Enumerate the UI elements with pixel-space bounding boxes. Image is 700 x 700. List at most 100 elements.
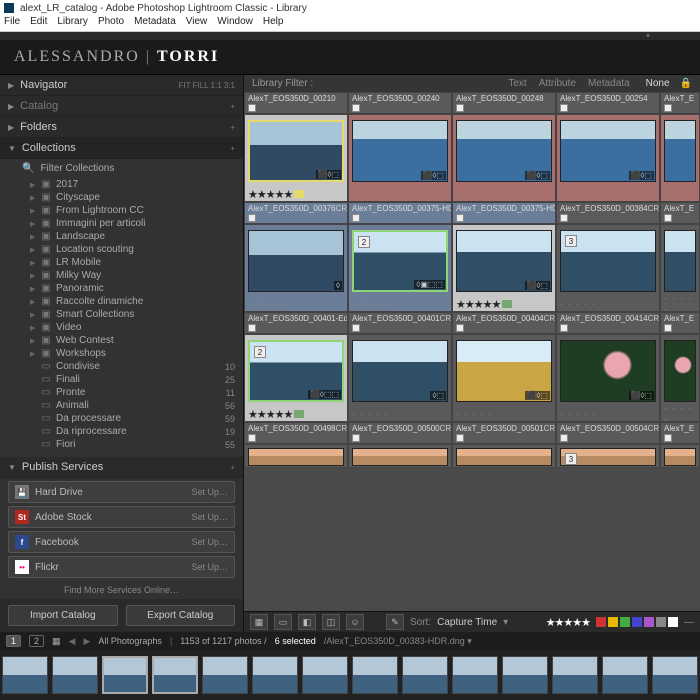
secondary-window-2[interactable]: 2 (29, 635, 44, 647)
thumbnail-cell[interactable]: AlexT_EOS350D_00500CR2 (348, 422, 452, 444)
thumbnail-cell[interactable]: AlexT_EOS350D_00404CR2 (452, 312, 556, 334)
collection-item[interactable]: ▶▣From Lightroom CC (6, 204, 243, 217)
publish-setup-link[interactable]: Set Up… (191, 487, 228, 497)
rating-dots[interactable]: · · · · · (557, 407, 659, 421)
publish-setup-link[interactable]: Set Up… (191, 562, 228, 572)
thumbnail-image[interactable]: ⬛◊⬚ (352, 120, 448, 182)
people-view-button[interactable]: ☺ (346, 614, 364, 630)
rating-dots[interactable]: · · · · · (349, 187, 451, 201)
thumbnail-cell[interactable]: AlexT_EOS350D_00248 (452, 92, 556, 114)
filmstrip-thumbnail[interactable] (402, 656, 448, 694)
rating-stars[interactable]: ★★★★★ (248, 188, 292, 201)
filmstrip-thumbnail[interactable] (2, 656, 48, 694)
menu-item-file[interactable]: File (4, 16, 20, 31)
menu-item-edit[interactable]: Edit (30, 16, 47, 31)
menu-item-library[interactable]: Library (57, 16, 88, 31)
thumbnail-cell[interactable]: 3 (556, 444, 660, 468)
filmstrip-thumbnail[interactable] (352, 656, 398, 694)
flag-icon[interactable] (456, 214, 464, 222)
flag-icon[interactable] (560, 214, 568, 222)
collection-item[interactable]: ▶▣2017 (6, 178, 243, 191)
flag-icon[interactable] (560, 104, 568, 112)
collection-item[interactable]: ▶▣Location scouting (6, 243, 243, 256)
thumbnail-cell[interactable]: AlexT_EOS350D_00254 (556, 92, 660, 114)
survey-view-button[interactable]: ◫ (322, 614, 340, 630)
flag-icon[interactable] (664, 434, 672, 442)
thumbnail-cell[interactable]: ⬛◊⬚ ★★★★★ (244, 114, 348, 202)
thumbnail-image[interactable] (664, 448, 696, 466)
publish-setup-link[interactable]: Set Up… (191, 537, 228, 547)
thumbnail-image[interactable] (664, 120, 696, 182)
color-label-swatch[interactable] (502, 300, 512, 308)
thumbnail-cell[interactable]: ⬛◊⬚· · · · · (452, 114, 556, 202)
collection-item[interactable]: ▶▣Cityscape (6, 191, 243, 204)
sort-dropdown-icon[interactable]: ▾ (503, 617, 508, 628)
flag-icon[interactable] (456, 324, 464, 332)
rating-dots[interactable]: · · · · · (661, 297, 699, 311)
thumbnail-cell[interactable]: AlexT_EOS350D_00384CR2 (556, 202, 660, 224)
library-filter-tab-metadata[interactable]: Metadata (588, 78, 630, 89)
filmstrip-thumbnail[interactable] (552, 656, 598, 694)
menu-item-window[interactable]: Window (217, 16, 253, 31)
thumbnail-cell[interactable]: AlexT_EOS350D_00498CR2 (244, 422, 348, 444)
thumbnail-cell[interactable]: AlexT_E (660, 92, 700, 114)
plus-icon[interactable]: + (230, 102, 235, 111)
plus-icon[interactable]: + (230, 123, 235, 132)
rating-dots[interactable]: · · · · · (557, 297, 659, 311)
color-swatch[interactable] (656, 617, 666, 627)
flag-icon[interactable] (456, 434, 464, 442)
forward-arrow-icon[interactable]: ▶ (83, 636, 90, 647)
catalog-header[interactable]: ▶ Catalog + (0, 96, 243, 117)
thumbnail-cell[interactable]: AlexT_EOS350D_00375-HDRDNG (452, 202, 556, 224)
collection-item[interactable]: ▶▣Immagini per articoli (6, 217, 243, 230)
module-picker-collapsed[interactable] (0, 32, 700, 40)
publish-service-item[interactable]: ••FlickrSet Up… (8, 556, 235, 578)
stack-count-badge[interactable]: 3 (565, 453, 577, 465)
rating-dots[interactable]: · · · · · (245, 297, 347, 311)
thumbnail-image[interactable] (664, 230, 696, 292)
thumbnail-image[interactable]: ⬛◊⬚ (248, 120, 344, 182)
flag-icon[interactable] (352, 324, 360, 332)
filmstrip-thumbnail[interactable] (502, 656, 548, 694)
filmstrip-thumbnail[interactable] (102, 656, 148, 694)
thumbnail-image[interactable]: ⬛◊⬚ (560, 120, 656, 182)
flag-icon[interactable] (456, 104, 464, 112)
filmstrip[interactable] (0, 650, 700, 700)
thumbnail-cell[interactable]: AlexT_EOS350D_00376CR2 (244, 202, 348, 224)
collection-item[interactable]: ▭Pronte11 (6, 386, 243, 399)
thumbnail-image[interactable]: ◊ (248, 230, 344, 292)
thumbnail-cell[interactable]: AlexT_EOS350D_00210 (244, 92, 348, 114)
collection-item[interactable]: ▶▣Web Contest (6, 334, 243, 347)
thumbnail-cell[interactable]: AlexT_E (660, 312, 700, 334)
navigator-modes[interactable]: FIT FILL 1:1 3:1 (179, 81, 235, 90)
thumbnail-cell[interactable]: · · · · · (660, 224, 700, 312)
collection-item[interactable]: ▶▣Panoramic (6, 282, 243, 295)
collection-item[interactable]: ▭Da processare59 (6, 412, 243, 425)
navigator-header[interactable]: ▶ Navigator FIT FILL 1:1 3:1 (0, 75, 243, 96)
rating-dots[interactable]: · · · · · (349, 297, 451, 311)
thumbnail-cell[interactable]: AlexT_EOS350D_00401-EditTIF (244, 312, 348, 334)
secondary-window-1[interactable]: 1 (6, 635, 21, 647)
menu-item-photo[interactable]: Photo (98, 16, 124, 31)
thumbnail-size-icon[interactable]: — (684, 617, 694, 628)
filmstrip-thumbnail[interactable] (452, 656, 498, 694)
stack-count-badge[interactable]: 2 (358, 236, 370, 248)
thumbnail-cell[interactable]: · · · · · (660, 114, 700, 202)
export-catalog-button[interactable]: Export Catalog (126, 605, 236, 626)
thumbnail-cell[interactable] (452, 444, 556, 468)
library-filter-tab-text[interactable]: Text (508, 78, 526, 89)
publish-service-item[interactable]: fFacebookSet Up… (8, 531, 235, 553)
thumbnail-cell[interactable]: ⬛◊⬚· · · · · (556, 114, 660, 202)
color-swatch[interactable] (608, 617, 618, 627)
filter-collections-row[interactable]: 🔍 Filter Collections (0, 159, 243, 178)
collection-item[interactable]: ▭Finali25 (6, 373, 243, 386)
flag-icon[interactable] (560, 434, 568, 442)
flag-icon[interactable] (352, 104, 360, 112)
flag-icon[interactable] (248, 214, 256, 222)
collection-item[interactable]: ▶▣Workshops (6, 347, 243, 360)
thumbnail-cell[interactable]: ⬛◊⬚ · · · · · (348, 114, 452, 202)
color-label-swatch[interactable] (294, 190, 304, 198)
rating-dots[interactable]: · · · · · (661, 407, 699, 421)
thumbnail-cell[interactable]: 2◊▣⬚⬚· · · · · (348, 224, 452, 312)
filmstrip-thumbnail[interactable] (252, 656, 298, 694)
